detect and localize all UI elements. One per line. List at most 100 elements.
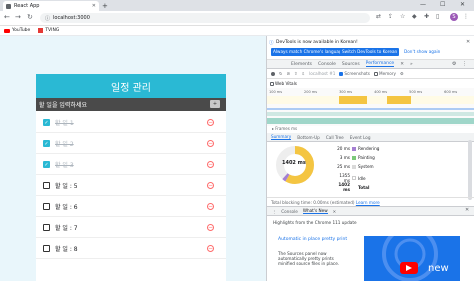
checked-checkbox-icon[interactable]: ✓: [43, 119, 50, 126]
drawer-tab-console[interactable]: Console: [281, 209, 298, 214]
close-infobar-icon[interactable]: ✕: [466, 39, 470, 45]
tab-performance[interactable]: Performance: [365, 61, 395, 67]
promo-graphic: [382, 236, 438, 281]
match-language-button[interactable]: Always match Chrome's language: [271, 48, 347, 56]
details-scrollbar[interactable]: [468, 140, 472, 200]
todo-item[interactable]: 할 일 : 8 −: [36, 239, 226, 259]
browser-tab[interactable]: React App ✕: [3, 1, 99, 11]
forward-icon[interactable]: →: [15, 13, 21, 21]
tab-summary[interactable]: Summary: [271, 134, 292, 140]
remove-icon[interactable]: −: [207, 182, 214, 189]
remove-icon[interactable]: −: [207, 119, 214, 126]
tab-call-tree[interactable]: Call Tree: [326, 135, 344, 140]
todo-item[interactable]: ✓ 할 일 1 −: [36, 113, 226, 133]
unchecked-checkbox-icon[interactable]: [43, 224, 50, 231]
add-todo-button[interactable]: +: [210, 100, 220, 108]
settings-gear-icon[interactable]: ⚙: [452, 61, 456, 67]
tab-console[interactable]: Console: [318, 62, 336, 67]
close-window-icon[interactable]: ✕: [460, 1, 465, 8]
info-icon[interactable]: ⓘ: [45, 15, 50, 22]
todo-item[interactable]: ✓ 할 일 2 −: [36, 134, 226, 154]
minimize-icon[interactable]: —: [420, 1, 426, 8]
whats-new-heading: Highlights from the Chrome 111 update: [273, 220, 357, 225]
back-icon[interactable]: ←: [4, 13, 10, 21]
tab-sources[interactable]: Sources: [342, 62, 360, 67]
profile-avatar[interactable]: S: [450, 13, 458, 21]
unchecked-checkbox-icon[interactable]: [43, 182, 50, 189]
todo-text: 할 일 : 7: [55, 225, 78, 232]
reload-icon[interactable]: ↻: [27, 13, 33, 21]
menu-kebab-icon[interactable]: ⋮: [463, 13, 469, 20]
translate-icon[interactable]: ⇄: [376, 13, 381, 20]
extension-icon[interactable]: ◆: [412, 13, 417, 20]
remove-icon[interactable]: −: [207, 140, 214, 147]
close-drawer-tab-icon[interactable]: ✕: [333, 209, 337, 214]
web-vitals-checkbox[interactable]: Web Vitals: [270, 81, 297, 86]
new-tab-button[interactable]: +: [102, 2, 108, 10]
target-select[interactable]: localhost #1: [309, 71, 335, 76]
remove-icon[interactable]: −: [207, 203, 214, 210]
memory-checkbox[interactable]: Memory: [374, 71, 396, 76]
more-tabs-icon[interactable]: »: [410, 62, 413, 67]
legend-swatch: [352, 176, 356, 180]
remove-icon[interactable]: −: [207, 224, 214, 231]
bookmark-star-icon[interactable]: ☆: [400, 13, 405, 20]
dont-show-button[interactable]: Don't show again: [402, 48, 442, 56]
tab-elements[interactable]: Elements: [291, 62, 312, 67]
switch-korean-button[interactable]: Switch DevTools to Korean: [340, 48, 400, 56]
close-tab-icon[interactable]: ✕: [400, 62, 404, 67]
screenshots-checkbox[interactable]: Screenshots: [339, 71, 370, 76]
checkbox-icon: [374, 71, 378, 76]
remove-icon[interactable]: −: [207, 161, 214, 168]
tab-bottom-up[interactable]: Bottom-Up: [297, 135, 320, 140]
puzzle-icon[interactable]: ✚: [424, 13, 429, 20]
close-drawer-icon[interactable]: ✕: [465, 207, 469, 213]
devtools-menu-icon[interactable]: ⋮: [462, 61, 467, 67]
unchecked-checkbox-icon[interactable]: [43, 245, 50, 252]
todo-text: 할 일 : 6: [55, 204, 78, 211]
frames-track[interactable]: ▸ Frames ms: [267, 126, 474, 132]
address-bar[interactable]: ⓘ localhost:3000: [40, 13, 370, 23]
bookmark-label: YouTube: [12, 28, 31, 33]
download-icon[interactable]: ⇩: [302, 71, 306, 76]
record-icon[interactable]: [271, 71, 275, 76]
legend-item: 3 ms Painting: [332, 155, 375, 160]
todo-text: 할 일 : 8: [55, 246, 78, 253]
todo-item[interactable]: 할 일 : 7 −: [36, 218, 226, 238]
share-icon[interactable]: ⇪: [388, 13, 393, 20]
tick-label: 300 ms: [339, 90, 353, 94]
news-title-link[interactable]: Automatic in place pretty print: [278, 236, 348, 243]
whats-new-promo-image[interactable]: [364, 236, 460, 281]
checked-checkbox-icon[interactable]: ✓: [43, 140, 50, 147]
reload-record-icon[interactable]: ↻: [279, 71, 283, 76]
drawer-menu-icon[interactable]: ⋮: [272, 209, 276, 214]
todo-text: 할 일 3: [55, 162, 74, 169]
legend-ms: 20 ms: [337, 146, 350, 151]
performance-toolbar: ↻ ⊘ ⇧ ⇩ localhost #1 Screenshots Memory …: [267, 69, 474, 79]
react-favicon-icon: [6, 3, 11, 9]
remove-icon[interactable]: −: [207, 245, 214, 252]
url-text: localhost:3000: [53, 15, 90, 21]
learn-more-link[interactable]: Learn more: [356, 200, 380, 205]
frames-label: Frames ms: [275, 126, 298, 131]
tab-event-log[interactable]: Event Log: [350, 135, 371, 140]
legend-swatch: [352, 155, 356, 160]
todo-text: 할 일 2: [55, 141, 74, 148]
unchecked-checkbox-icon[interactable]: [43, 203, 50, 210]
clear-icon[interactable]: ⊘: [287, 71, 291, 76]
checked-checkbox-icon[interactable]: ✓: [43, 161, 50, 168]
todo-item[interactable]: 할 일 : 5 −: [36, 176, 226, 196]
drawer-tab-whats-new[interactable]: What's New: [302, 208, 328, 214]
sidepanel-icon[interactable]: ▯: [436, 13, 439, 20]
todo-item[interactable]: ✓ 할 일 3 −: [36, 155, 226, 175]
todo-item[interactable]: 할 일 : 6 −: [36, 197, 226, 217]
todo-input[interactable]: 할 일을 입력하세요: [36, 98, 226, 111]
close-tab-icon[interactable]: ✕: [92, 3, 96, 9]
bookmark-tving[interactable]: TVING: [38, 28, 59, 33]
capture-settings-icon[interactable]: ⚙: [400, 71, 404, 76]
bookmark-youtube[interactable]: YouTube: [4, 28, 30, 33]
drawer-tabs: ⋮ Console What's New ✕: [267, 206, 474, 216]
legend-swatch: [352, 164, 356, 169]
upload-icon[interactable]: ⇧: [294, 71, 298, 76]
maximize-icon[interactable]: ☐: [440, 1, 445, 8]
